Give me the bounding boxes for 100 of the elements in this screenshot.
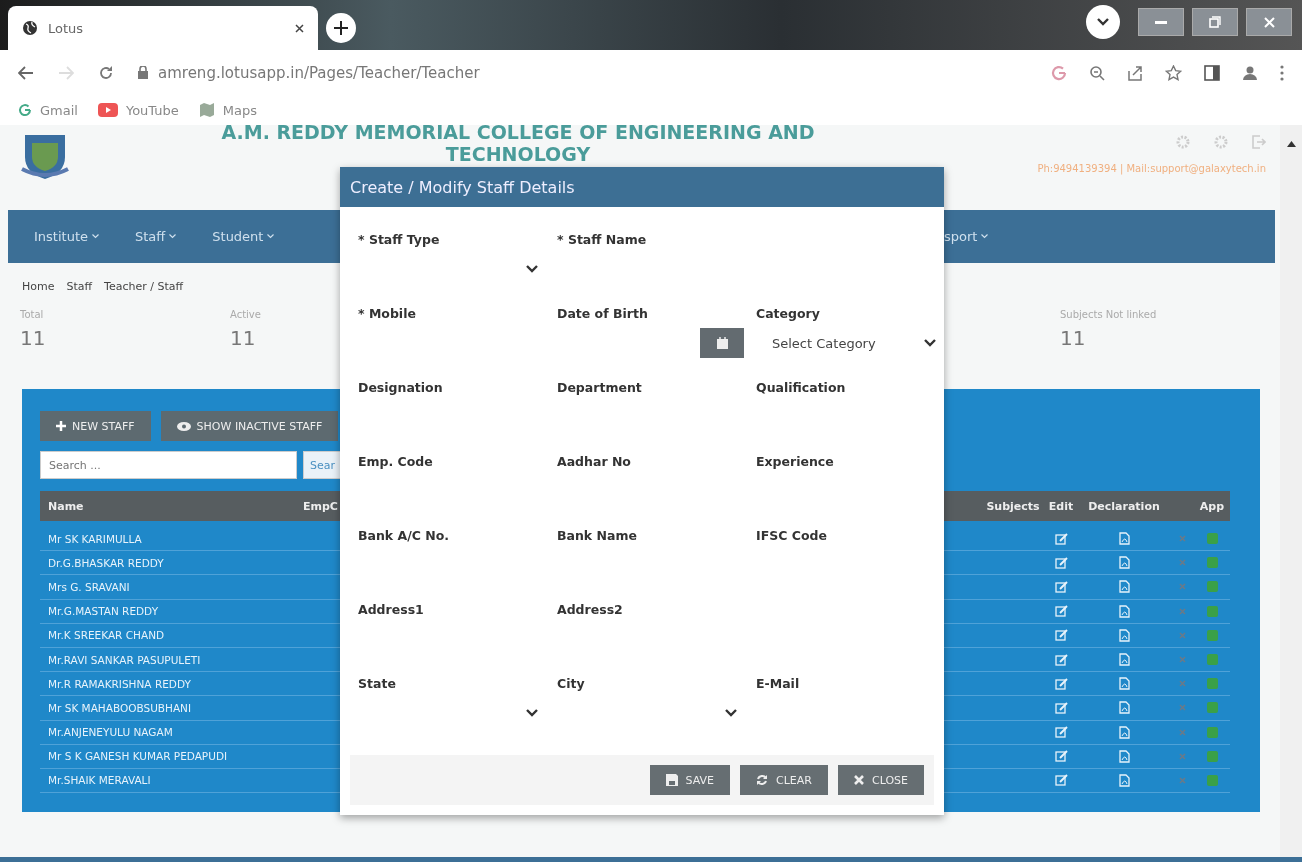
field-label: Category <box>756 306 820 321</box>
edit-icon[interactable] <box>1054 532 1068 545</box>
contact-info: Ph:9494139394 | Mail:support@galaxytech.in <box>1037 163 1266 174</box>
crest-logo <box>20 133 70 181</box>
new-tab-button[interactable] <box>326 13 356 43</box>
share-icon[interactable] <box>1127 64 1143 81</box>
pdf-file-icon[interactable] <box>1118 773 1130 787</box>
field-label: Designation <box>358 380 443 395</box>
breadcrumb-item[interactable]: Staff <box>66 279 93 293</box>
search-field[interactable]: Search ... <box>40 451 297 479</box>
field-label: Department <box>557 380 642 395</box>
breadcrumb-item[interactable]: Teacher / Staff <box>104 279 184 293</box>
chevron-down-icon <box>526 709 538 717</box>
dialog-button[interactable]: SAVE <box>649 765 731 795</box>
pdf-file-icon[interactable] <box>1118 749 1130 763</box>
pdf-file-icon[interactable] <box>1118 701 1130 715</box>
dialog-title: Create / Modify Staff Details <box>340 167 944 207</box>
chevron-down-icon <box>1097 18 1109 26</box>
side-panel-icon[interactable] <box>1204 64 1220 81</box>
edit-icon[interactable] <box>1054 774 1068 787</box>
pdf-file-icon[interactable] <box>1118 628 1130 642</box>
select-field[interactable]: Select Category <box>756 327 936 359</box>
video-play-icon <box>97 103 118 117</box>
scroll-up-icon[interactable] <box>1286 141 1296 147</box>
breadcrumb-item[interactable]: Home <box>22 279 55 293</box>
calendar-button[interactable] <box>700 328 744 358</box>
pdf-file-icon[interactable] <box>1118 556 1130 570</box>
field-label: IFSC Code <box>756 528 827 543</box>
close-icon[interactable] <box>295 23 304 33</box>
pdf-file-icon[interactable] <box>1118 677 1130 691</box>
edit-icon[interactable] <box>1054 677 1068 690</box>
table-cell: Mr S K GANESH KUMAR PEDAPUDI <box>40 744 295 769</box>
pdf-file-icon[interactable] <box>1118 653 1130 667</box>
pdf-file-icon[interactable] <box>1118 725 1130 739</box>
stat-value: 11 <box>230 326 256 350</box>
toolbar-button[interactable]: NEW STAFF <box>40 411 151 441</box>
bookmark-link[interactable]: Gmail <box>18 102 78 118</box>
field-label: * Staff Name <box>557 232 647 247</box>
field-label: Bank Name <box>557 528 637 543</box>
nav-item[interactable]: sport <box>944 229 978 244</box>
plus-icon <box>56 421 66 431</box>
bookmark-link[interactable]: YouTube <box>97 102 179 118</box>
pdf-file-icon[interactable] <box>1118 604 1130 618</box>
toolbar-button[interactable]: SHOW INACTIVE STAFF <box>160 411 339 441</box>
edit-icon[interactable] <box>1054 701 1068 714</box>
browser-tab[interactable]: Lotus <box>8 6 318 50</box>
column-header: Edit <box>1044 491 1078 521</box>
edit-icon[interactable] <box>1054 605 1068 618</box>
google-icon <box>18 103 32 117</box>
field-label: * Staff Type <box>358 232 440 247</box>
field-label: State <box>358 676 396 691</box>
field-label: Date of Birth <box>557 306 648 321</box>
minimize-icon <box>1155 20 1167 24</box>
stat-value: 11 <box>1060 326 1086 350</box>
table-cell: Mr.ANJENEYULU NAGAM <box>40 720 295 745</box>
profile-icon[interactable] <box>1242 64 1258 81</box>
nav-item[interactable]: Student <box>212 229 264 244</box>
edit-icon[interactable] <box>1054 653 1068 666</box>
table-cell: Mr.K SREEKAR CHAND <box>40 623 295 648</box>
table-cell: Mr.SHAIK MERAVALI <box>40 768 295 794</box>
pdf-file-icon[interactable] <box>1118 580 1130 594</box>
column-header: Declaration <box>1078 491 1170 521</box>
url-text[interactable]: amreng.lotusapp.in/Pages/Teacher/Teacher <box>158 63 480 82</box>
table-cell: Mr SK MAHABOOBSUBHANI <box>40 696 295 721</box>
reload-icon[interactable] <box>98 64 114 81</box>
dialog-button[interactable]: CLEAR <box>740 765 828 795</box>
back-icon[interactable] <box>18 65 34 80</box>
chevron-down-icon <box>981 234 989 239</box>
field-label: Address2 <box>557 602 623 617</box>
field-label: * Mobile <box>358 306 416 321</box>
minimize-button[interactable] <box>1138 8 1184 36</box>
nav-item[interactable]: Institute <box>34 229 88 244</box>
lock-icon <box>138 66 148 79</box>
field-label: E-Mail <box>756 676 800 691</box>
restore-button[interactable] <box>1192 8 1238 36</box>
zoom-icon[interactable] <box>1089 64 1105 81</box>
table-cell: Mr.G.MASTAN REDDY <box>40 599 295 624</box>
stat-label: Total <box>20 309 44 320</box>
tab-search-button[interactable] <box>1086 5 1120 39</box>
edit-icon[interactable] <box>1054 750 1068 763</box>
close-icon <box>854 775 864 785</box>
edit-icon[interactable] <box>1054 629 1068 642</box>
field-label: Experience <box>756 454 834 469</box>
edit-icon[interactable] <box>1054 580 1068 593</box>
nav-item[interactable]: Staff <box>135 229 166 244</box>
google-icon[interactable] <box>1051 64 1067 81</box>
edit-icon[interactable] <box>1054 726 1068 739</box>
globe-icon <box>22 20 38 36</box>
bookmark-link[interactable]: Maps <box>198 102 258 118</box>
pdf-file-icon[interactable] <box>1118 532 1130 546</box>
close-button[interactable] <box>1246 8 1292 36</box>
dialog-button[interactable]: CLOSE <box>838 765 924 795</box>
menu-icon[interactable] <box>1280 64 1284 81</box>
field-label: Aadhar No <box>557 454 631 469</box>
stat-label: Subjects Not linked <box>1060 309 1157 320</box>
eye-icon <box>176 421 191 431</box>
column-header: Subjects <box>982 491 1044 521</box>
star-icon[interactable] <box>1165 64 1182 81</box>
edit-icon[interactable] <box>1054 556 1068 569</box>
table-cell: Dr.G.BHASKAR REDDY <box>40 551 295 576</box>
